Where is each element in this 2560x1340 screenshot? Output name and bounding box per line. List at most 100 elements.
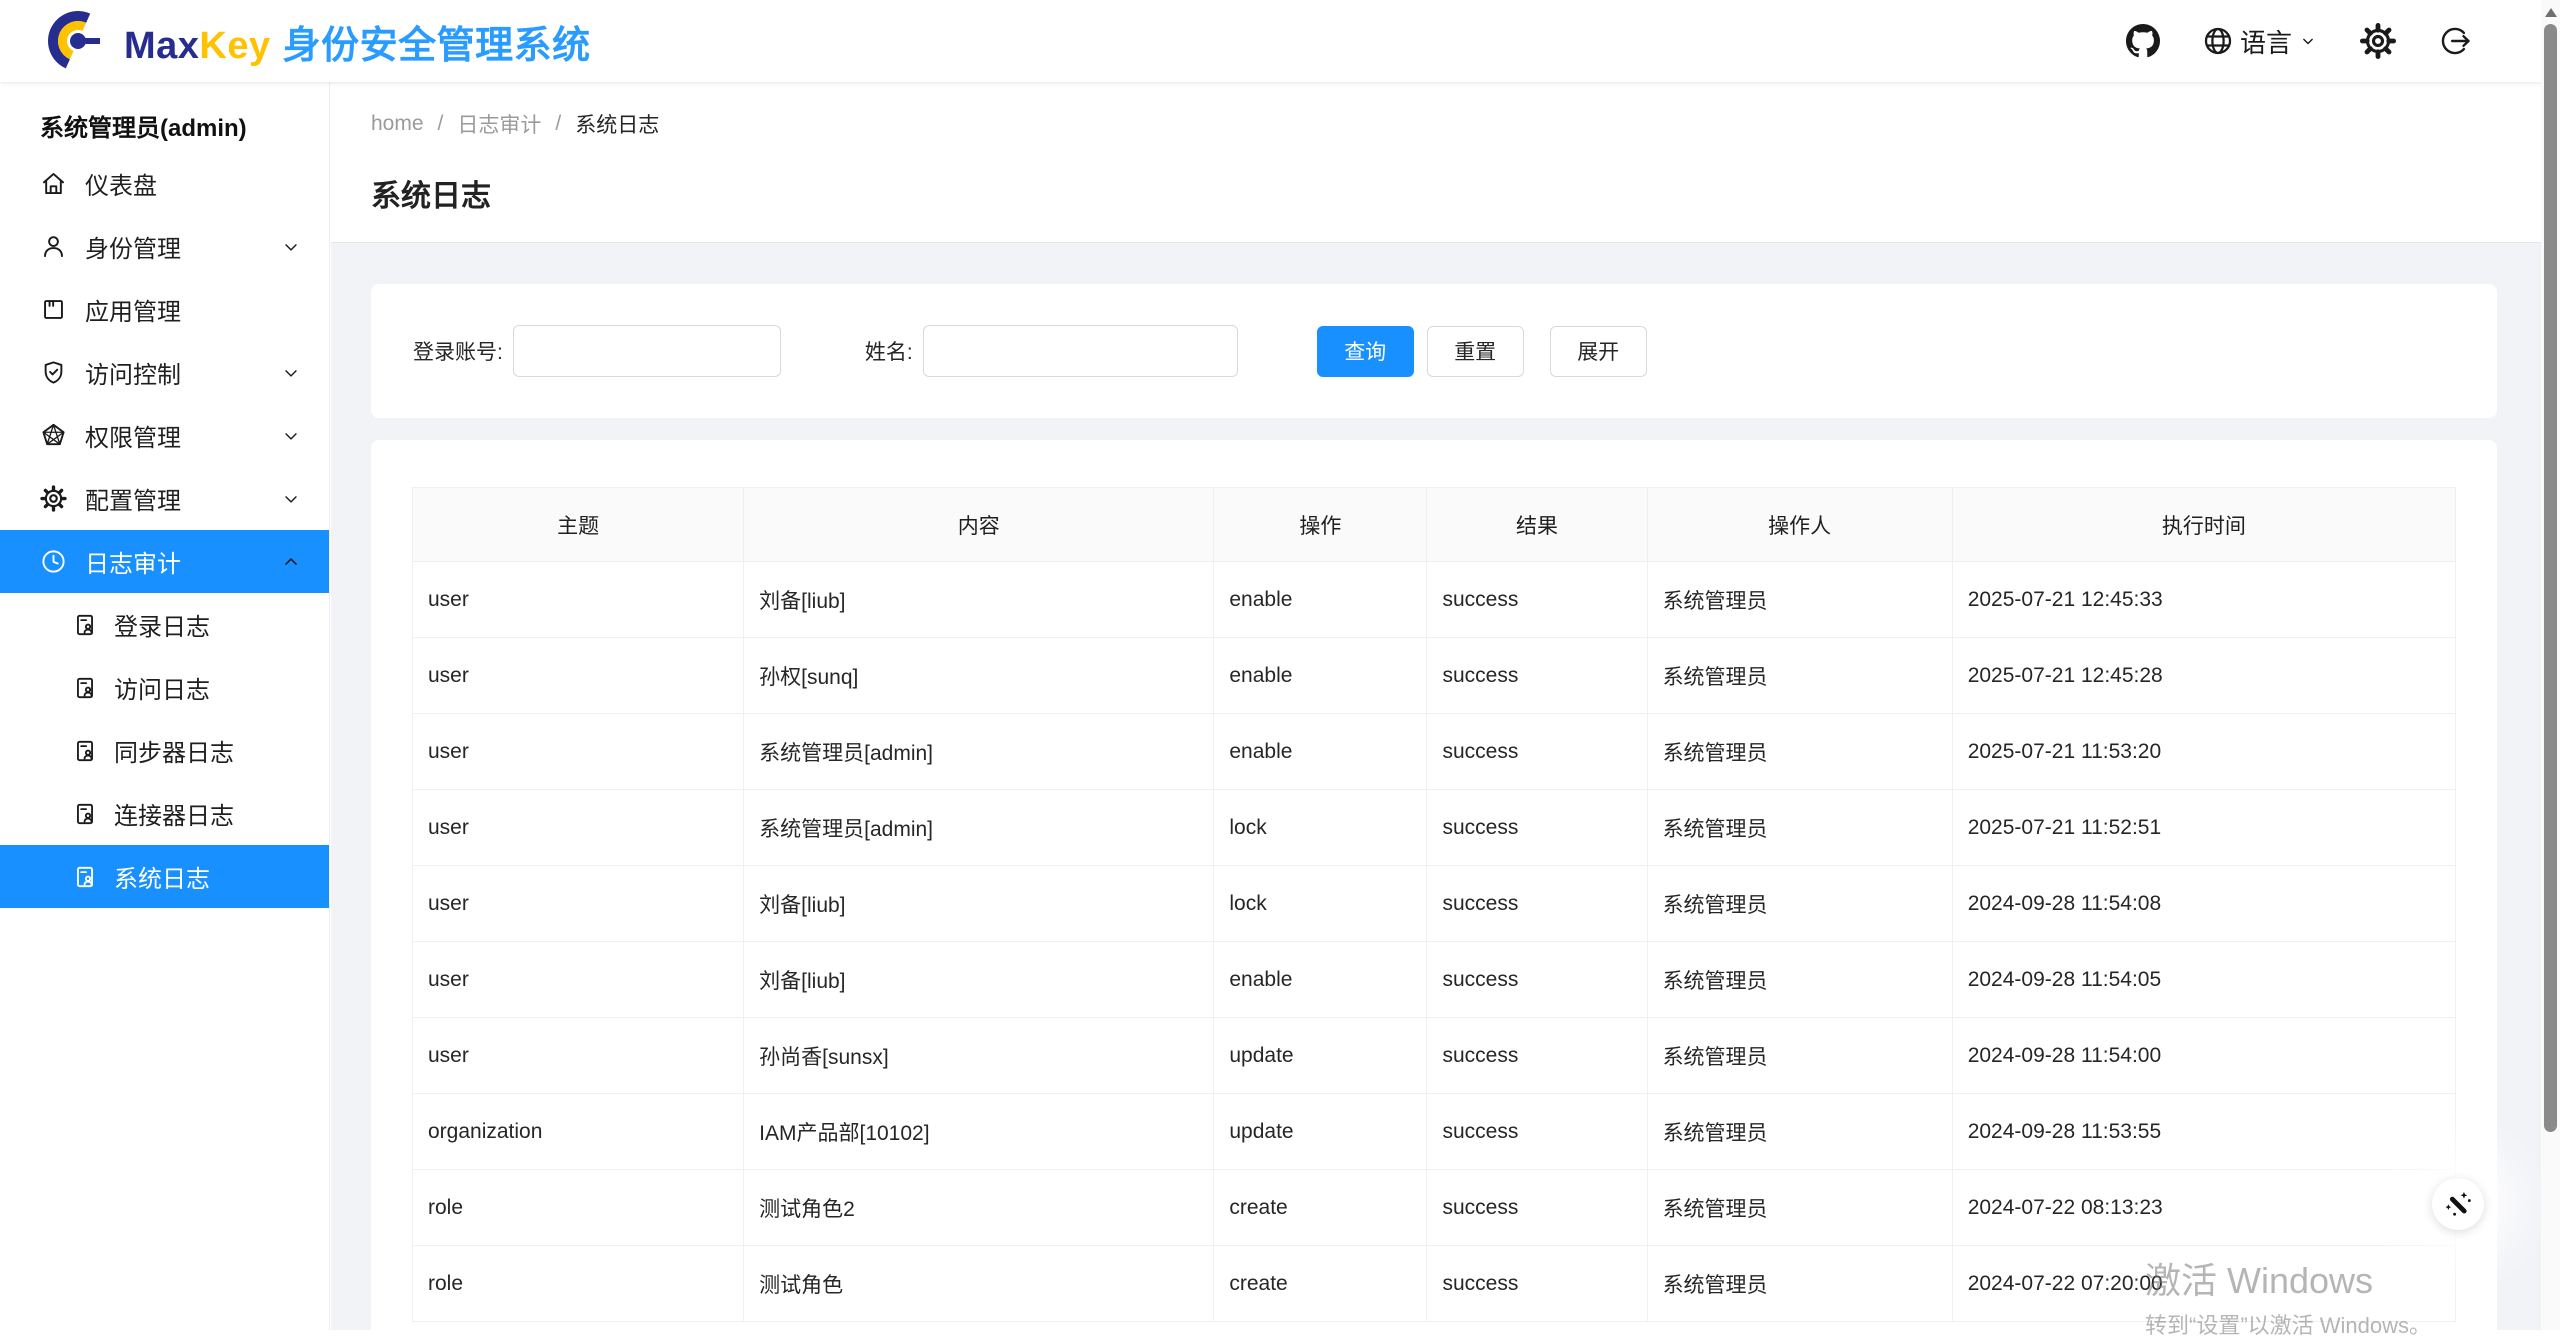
- log-table-head: 主题 内容 操作 结果 操作人 执行时间: [413, 488, 2456, 562]
- table-row: user刘备[liub]enablesuccess系统管理员2024-09-28…: [413, 942, 2456, 1018]
- scrollbar-thumb[interactable]: [2544, 24, 2557, 1132]
- header-actions: 语言: [2126, 23, 2472, 60]
- table-cell: organization: [413, 1094, 744, 1170]
- log-table-panel: 主题 内容 操作 结果 操作人 执行时间 user刘备[liub]enables…: [371, 440, 2497, 1330]
- app-window-icon: [40, 296, 67, 323]
- sidebar-item-label: 权限管理: [85, 418, 181, 453]
- table-cell: lock: [1214, 866, 1427, 942]
- table-cell: create: [1214, 1170, 1427, 1246]
- sidebar-item-configuration[interactable]: 配置管理: [0, 467, 329, 530]
- table-cell: user: [413, 714, 744, 790]
- sidebar-item-dashboard[interactable]: 仪表盘: [0, 152, 329, 215]
- audit-log-icon: [72, 738, 98, 764]
- table-cell: enable: [1214, 638, 1427, 714]
- globe-icon: [2202, 25, 2234, 57]
- sidebar-subitem-synchronizer-log[interactable]: 同步器日志: [0, 719, 329, 782]
- sidebar-subitem-label: 连接器日志: [114, 796, 234, 831]
- sidebar-subitem-login-log[interactable]: 登录日志: [0, 593, 329, 656]
- page-header: home / 日志审计 / 系统日志 系统日志: [331, 82, 2541, 243]
- table-cell: 系统管理员: [1647, 790, 1952, 866]
- name-label: 姓名:: [865, 336, 913, 366]
- table-cell: 系统管理员[admin]: [744, 790, 1214, 866]
- table-header-row: 主题 内容 操作 结果 操作人 执行时间: [413, 488, 2456, 562]
- audit-log-icon: [72, 864, 98, 890]
- table-cell: success: [1427, 1170, 1647, 1246]
- table-cell: 2024-07-22 08:13:23: [1952, 1170, 2455, 1246]
- table-cell: 2024-09-28 11:54:08: [1952, 866, 2455, 942]
- sidebar-item-label: 日志审计: [85, 544, 181, 579]
- column-header-subject: 主题: [413, 488, 744, 562]
- table-row: role测试角色createsuccess系统管理员2024-07-22 07:…: [413, 1246, 2456, 1322]
- language-switcher[interactable]: 语言: [2202, 23, 2318, 60]
- table-row: user孙权[sunq]enablesuccess系统管理员2025-07-21…: [413, 638, 2456, 714]
- breadcrumb-home[interactable]: home: [371, 112, 424, 136]
- column-header-exec-time: 执行时间: [1952, 488, 2455, 562]
- table-cell: 2025-07-21 11:52:51: [1952, 790, 2455, 866]
- sidebar-item-label: 应用管理: [85, 292, 181, 327]
- table-cell: 测试角色: [744, 1246, 1214, 1322]
- sidebar-item-identity[interactable]: 身份管理: [0, 215, 329, 278]
- table-cell: role: [413, 1246, 744, 1322]
- github-icon[interactable]: [2126, 24, 2160, 58]
- reset-button[interactable]: 重置: [1427, 326, 1524, 377]
- table-cell: 系统管理员: [1647, 1170, 1952, 1246]
- table-cell: 2025-07-21 11:53:20: [1952, 714, 2455, 790]
- table-cell: user: [413, 1018, 744, 1094]
- sidebar-subitem-access-log[interactable]: 访问日志: [0, 656, 329, 719]
- page-title: 系统日志: [371, 171, 2541, 215]
- table-cell: 孙尚香[sunsx]: [744, 1018, 1214, 1094]
- table-cell: 系统管理员: [1647, 1018, 1952, 1094]
- maxkey-logo-icon: [46, 9, 110, 73]
- pentagon-icon: [40, 422, 67, 449]
- table-cell: user: [413, 638, 744, 714]
- scrollbar-up-arrow-icon[interactable]: [2541, 3, 2560, 21]
- breadcrumb-separator: /: [438, 112, 444, 136]
- table-cell: user: [413, 562, 744, 638]
- system-title: 身份安全管理系统: [283, 25, 591, 67]
- name-input[interactable]: [923, 325, 1238, 377]
- chevron-down-icon: [2298, 31, 2318, 51]
- column-header-operator: 操作人: [1647, 488, 1952, 562]
- table-cell: 系统管理员: [1647, 562, 1952, 638]
- table-cell: 2024-09-28 11:53:55: [1952, 1094, 2455, 1170]
- column-header-operation: 操作: [1214, 488, 1427, 562]
- table-cell: lock: [1214, 790, 1427, 866]
- brand-name-secondary: Key: [199, 25, 270, 67]
- query-button[interactable]: 查询: [1317, 326, 1414, 377]
- gear-icon[interactable]: [2360, 23, 2396, 59]
- logout-icon[interactable]: [2438, 24, 2472, 58]
- table-cell: IAM产品部[10102]: [744, 1094, 1214, 1170]
- breadcrumb-log-audit[interactable]: 日志审计: [457, 109, 541, 139]
- audit-log-icon: [72, 612, 98, 638]
- table-cell: 2024-07-22 07:20:00: [1952, 1246, 2455, 1322]
- account-label: 登录账号:: [413, 336, 503, 366]
- sidebar-subitem-system-log[interactable]: 系统日志: [0, 845, 329, 908]
- expand-button[interactable]: 展开: [1550, 326, 1647, 377]
- gear-icon: [40, 485, 67, 512]
- table-cell: 刘备[liub]: [744, 562, 1214, 638]
- table-cell: user: [413, 942, 744, 1018]
- sidebar-item-access-control[interactable]: 访问控制: [0, 341, 329, 404]
- sidebar-item-label: 身份管理: [85, 229, 181, 264]
- table-cell: update: [1214, 1018, 1427, 1094]
- sidebar-item-log-audit[interactable]: 日志审计: [0, 530, 329, 593]
- table-cell: 系统管理员: [1647, 942, 1952, 1018]
- table-cell: success: [1427, 638, 1647, 714]
- sidebar: 系统管理员(admin) 仪表盘 身份管理 应用管理 访问控制 权限管理: [0, 82, 330, 1330]
- account-input[interactable]: [513, 325, 781, 377]
- magic-wand-button[interactable]: [2432, 1178, 2484, 1230]
- table-cell: role: [413, 1170, 744, 1246]
- audit-log-icon: [72, 801, 98, 827]
- brand-text: MaxKey身份安全管理系统: [124, 14, 591, 69]
- sidebar-subitem-label: 访问日志: [114, 670, 210, 705]
- breadcrumb: home / 日志审计 / 系统日志: [371, 109, 2541, 139]
- table-cell: success: [1427, 562, 1647, 638]
- sidebar-item-applications[interactable]: 应用管理: [0, 278, 329, 341]
- sidebar-item-label: 配置管理: [85, 481, 181, 516]
- sidebar-subitem-label: 同步器日志: [114, 733, 234, 768]
- table-cell: 系统管理员: [1647, 638, 1952, 714]
- sidebar-item-permissions[interactable]: 权限管理: [0, 404, 329, 467]
- breadcrumb-current: 系统日志: [575, 109, 659, 139]
- sidebar-subitem-label: 登录日志: [114, 607, 210, 642]
- sidebar-subitem-connector-log[interactable]: 连接器日志: [0, 782, 329, 845]
